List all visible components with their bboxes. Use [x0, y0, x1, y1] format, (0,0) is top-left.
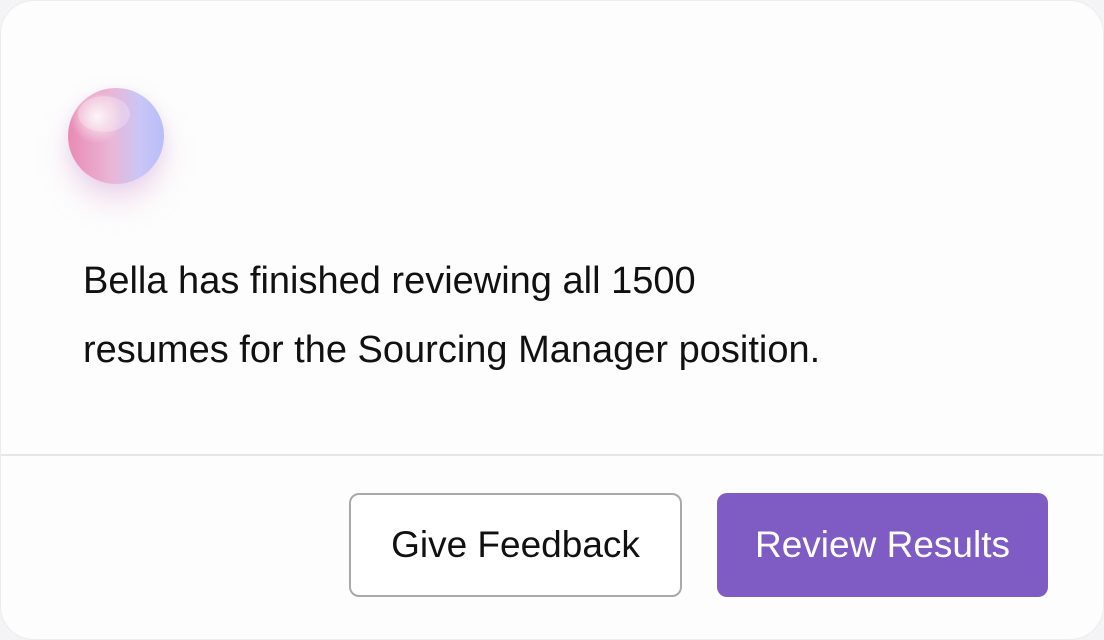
message-line-2: resumes for the Sourcing Manager positio… [83, 329, 821, 371]
notification-card: Bella has finished reviewing all 1500 re… [0, 0, 1104, 640]
review-results-button[interactable]: Review Results [717, 493, 1048, 597]
notification-message: Bella has finished reviewing all 1500 re… [83, 247, 1043, 385]
message-line-1: Bella has finished reviewing all 1500 [83, 260, 696, 302]
footer-divider [1, 454, 1103, 456]
assistant-avatar-icon [68, 88, 164, 184]
give-feedback-button[interactable]: Give Feedback [349, 493, 682, 597]
